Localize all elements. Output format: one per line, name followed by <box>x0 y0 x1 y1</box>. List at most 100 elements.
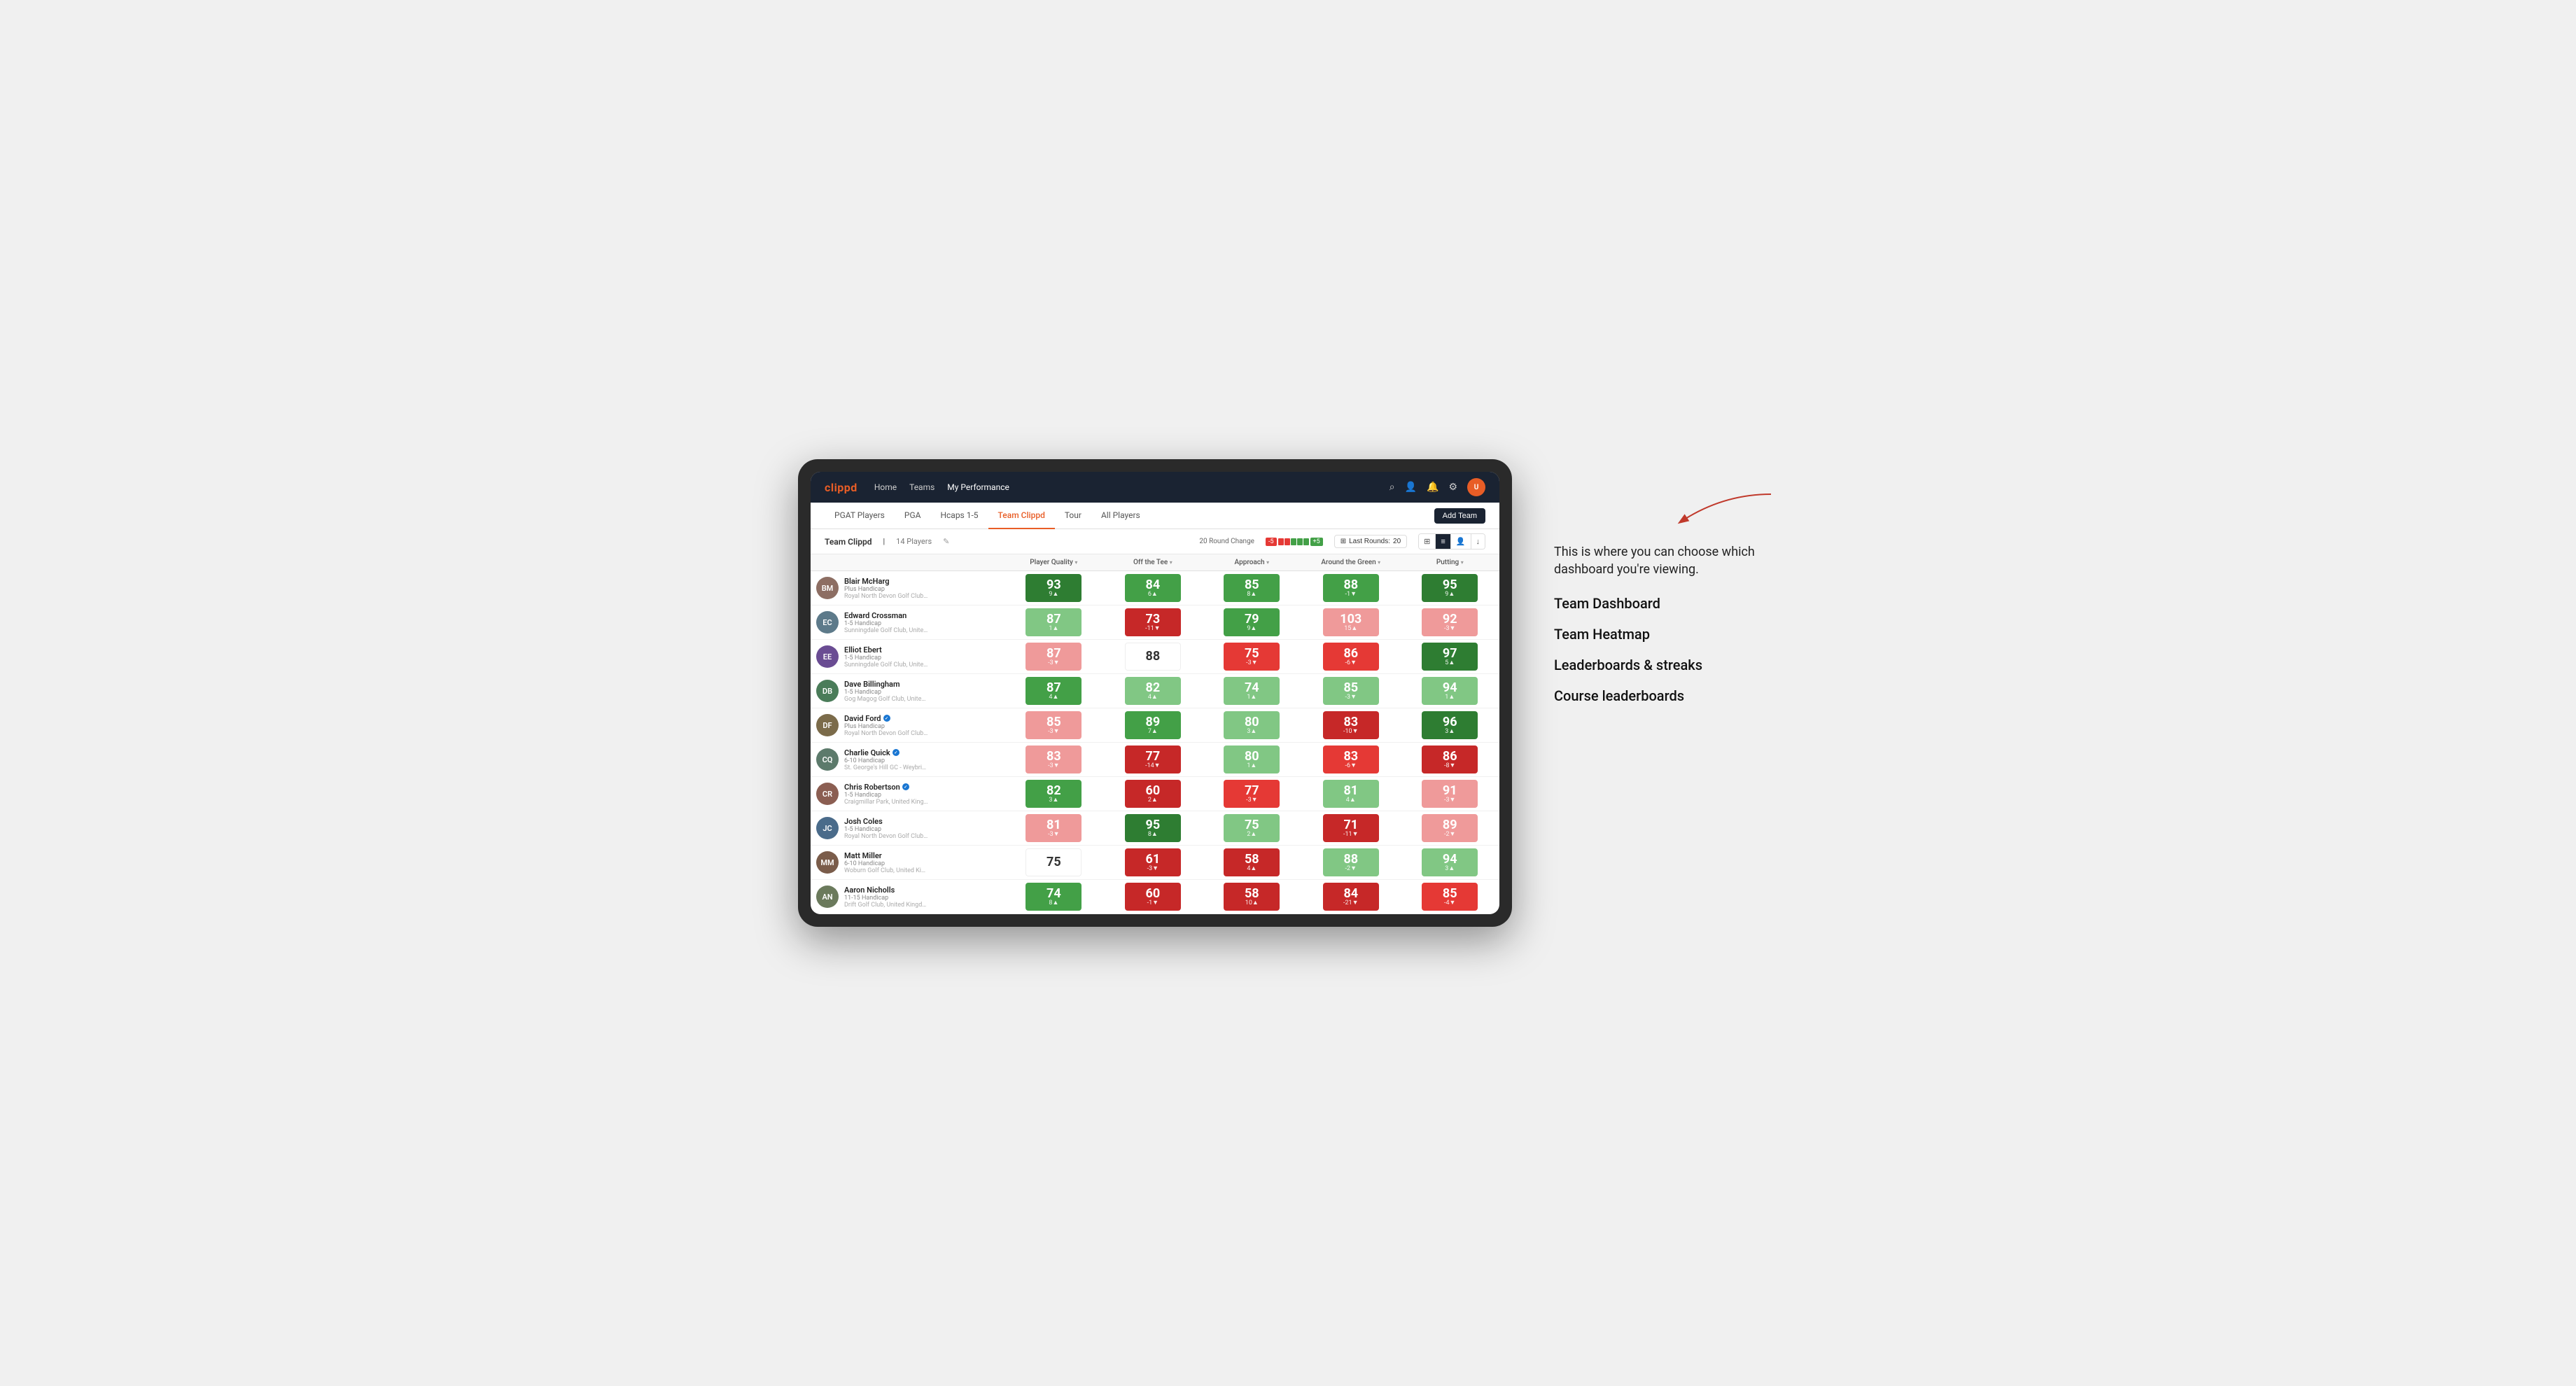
user-icon[interactable]: 👤 <box>1405 482 1417 493</box>
sub-nav-team-clippd[interactable]: Team Clippd <box>988 503 1055 529</box>
score-cell-4-4[interactable]: 963▲ <box>1401 708 1499 743</box>
score-delta: -6▼ <box>1345 660 1357 666</box>
view-grid-button[interactable]: ⊞ <box>1419 534 1436 549</box>
score-cell-7-3[interactable]: 71-11▼ <box>1301 811 1400 846</box>
player-cell-3[interactable]: DBDave Billingham1-5 HandicapGog Magog G… <box>811 674 1004 708</box>
score-cell-2-3[interactable]: 86-6▼ <box>1301 640 1400 674</box>
player-cell-5[interactable]: CQCharlie Quick✓6-10 HandicapSt. George'… <box>811 743 1004 777</box>
nav-home[interactable]: Home <box>874 481 897 493</box>
score-cell-8-4[interactable]: 943▲ <box>1401 846 1499 880</box>
score-cell-1-1[interactable]: 73-11▼ <box>1103 606 1202 640</box>
score-cell-8-2[interactable]: 584▲ <box>1203 846 1301 880</box>
player-cell-4[interactable]: DFDavid Ford✓Plus HandicapRoyal North De… <box>811 708 1004 743</box>
score-cell-5-3[interactable]: 83-6▼ <box>1301 743 1400 777</box>
score-inner: 83-6▼ <box>1343 750 1358 769</box>
score-cell-3-0[interactable]: 874▲ <box>1004 674 1103 708</box>
score-box: 77-14▼ <box>1125 746 1181 774</box>
score-cell-7-1[interactable]: 958▲ <box>1103 811 1202 846</box>
score-cell-6-2[interactable]: 77-3▼ <box>1203 777 1301 811</box>
user-avatar[interactable]: U <box>1467 478 1485 496</box>
score-cell-4-3[interactable]: 83-10▼ <box>1301 708 1400 743</box>
score-number: 85 <box>1046 716 1061 729</box>
score-cell-3-1[interactable]: 824▲ <box>1103 674 1202 708</box>
col-off-tee[interactable]: Off the Tee ▾ <box>1103 554 1202 571</box>
nav-my-performance[interactable]: My Performance <box>947 481 1009 493</box>
bell-icon[interactable]: 🔔 <box>1427 482 1438 493</box>
settings-icon[interactable]: ⚙ <box>1448 482 1457 493</box>
player-cell-0[interactable]: BMBlair McHargPlus HandicapRoyal North D… <box>811 571 1004 606</box>
edit-icon[interactable]: ✎ <box>943 537 949 546</box>
player-cell-1[interactable]: ECEdward Crossman1-5 HandicapSunningdale… <box>811 606 1004 640</box>
score-cell-1-0[interactable]: 871▲ <box>1004 606 1103 640</box>
score-cell-3-4[interactable]: 941▲ <box>1401 674 1499 708</box>
score-cell-0-0[interactable]: 939▲ <box>1004 571 1103 606</box>
score-cell-5-4[interactable]: 86-8▼ <box>1401 743 1499 777</box>
score-cell-8-3[interactable]: 88-2▼ <box>1301 846 1400 880</box>
score-cell-9-4[interactable]: 85-4▼ <box>1401 880 1499 914</box>
score-cell-3-3[interactable]: 85-3▼ <box>1301 674 1400 708</box>
sub-nav-pga[interactable]: PGA <box>895 503 931 529</box>
view-list-button[interactable]: ≡ <box>1436 534 1450 549</box>
score-cell-6-3[interactable]: 814▲ <box>1301 777 1400 811</box>
score-cell-3-2[interactable]: 741▲ <box>1203 674 1301 708</box>
col-around-green[interactable]: Around the Green ▾ <box>1301 554 1400 571</box>
score-cell-9-1[interactable]: 60-1▼ <box>1103 880 1202 914</box>
score-cell-9-3[interactable]: 84-21▼ <box>1301 880 1400 914</box>
search-icon[interactable]: ⌕ <box>1390 482 1395 493</box>
player-avatar: AN <box>816 886 839 908</box>
score-cell-7-0[interactable]: 81-3▼ <box>1004 811 1103 846</box>
score-cell-0-2[interactable]: 858▲ <box>1203 571 1301 606</box>
score-box: 874▲ <box>1026 677 1082 705</box>
score-cell-7-4[interactable]: 89-2▼ <box>1401 811 1499 846</box>
score-cell-0-1[interactable]: 846▲ <box>1103 571 1202 606</box>
score-cell-5-1[interactable]: 77-14▼ <box>1103 743 1202 777</box>
score-cell-6-1[interactable]: 602▲ <box>1103 777 1202 811</box>
sub-nav-all-players[interactable]: All Players <box>1091 503 1150 529</box>
view-user-button[interactable]: 👤 <box>1451 534 1471 549</box>
nav-teams[interactable]: Teams <box>909 481 934 493</box>
score-cell-6-4[interactable]: 91-3▼ <box>1401 777 1499 811</box>
player-cell-2[interactable]: EEElliot Ebert1-5 HandicapSunningdale Go… <box>811 640 1004 674</box>
score-cell-2-1[interactable]: 88 <box>1103 640 1202 674</box>
score-cell-4-2[interactable]: 803▲ <box>1203 708 1301 743</box>
score-cell-5-2[interactable]: 801▲ <box>1203 743 1301 777</box>
add-team-button[interactable]: Add Team <box>1434 508 1485 524</box>
score-cell-4-0[interactable]: 85-3▼ <box>1004 708 1103 743</box>
col-putting[interactable]: Putting ▾ <box>1401 554 1499 571</box>
score-cell-9-0[interactable]: 748▲ <box>1004 880 1103 914</box>
player-info: Dave Billingham1-5 HandicapGog Magog Gol… <box>844 680 928 703</box>
score-cell-1-4[interactable]: 92-3▼ <box>1401 606 1499 640</box>
sub-nav-hcaps[interactable]: Hcaps 1-5 <box>930 503 988 529</box>
sub-nav-pgat-players[interactable]: PGAT Players <box>825 503 895 529</box>
sub-nav-tour[interactable]: Tour <box>1055 503 1091 529</box>
score-cell-0-4[interactable]: 959▲ <box>1401 571 1499 606</box>
player-avatar: CR <box>816 783 839 805</box>
view-download-button[interactable]: ↓ <box>1471 534 1485 549</box>
score-cell-2-2[interactable]: 75-3▼ <box>1203 640 1301 674</box>
score-cell-8-1[interactable]: 61-3▼ <box>1103 846 1202 880</box>
col-player-quality[interactable]: Player Quality ▾ <box>1004 554 1103 571</box>
score-cell-9-2[interactable]: 5810▲ <box>1203 880 1301 914</box>
last-rounds-button[interactable]: ⊞ Last Rounds: 20 <box>1334 535 1407 548</box>
score-inner: 92-3▼ <box>1443 613 1457 632</box>
player-cell-7[interactable]: JCJosh Coles1-5 HandicapRoyal North Devo… <box>811 811 1004 846</box>
score-box: 87-3▼ <box>1026 643 1082 671</box>
score-number: 83 <box>1343 716 1358 729</box>
score-cell-1-3[interactable]: 10315▲ <box>1301 606 1400 640</box>
score-cell-7-2[interactable]: 752▲ <box>1203 811 1301 846</box>
score-cell-2-4[interactable]: 975▲ <box>1401 640 1499 674</box>
player-cell-8[interactable]: MMMatt Miller6-10 HandicapWoburn Golf Cl… <box>811 846 1004 880</box>
player-info: Charlie Quick✓6-10 HandicapSt. George's … <box>844 748 928 771</box>
score-cell-1-2[interactable]: 799▲ <box>1203 606 1301 640</box>
score-cell-0-3[interactable]: 88-1▼ <box>1301 571 1400 606</box>
score-cell-4-1[interactable]: 897▲ <box>1103 708 1202 743</box>
score-cell-2-0[interactable]: 87-3▼ <box>1004 640 1103 674</box>
score-number: 87 <box>1046 613 1061 626</box>
player-cell-9[interactable]: ANAaron Nicholls11-15 HandicapDrift Golf… <box>811 880 1004 914</box>
score-cell-6-0[interactable]: 823▲ <box>1004 777 1103 811</box>
col-approach[interactable]: Approach ▾ <box>1203 554 1301 571</box>
score-box: 83-3▼ <box>1026 746 1082 774</box>
player-cell-6[interactable]: CRChris Robertson✓1-5 HandicapCraigmilla… <box>811 777 1004 811</box>
score-cell-8-0[interactable]: 75 <box>1004 846 1103 880</box>
score-cell-5-0[interactable]: 83-3▼ <box>1004 743 1103 777</box>
